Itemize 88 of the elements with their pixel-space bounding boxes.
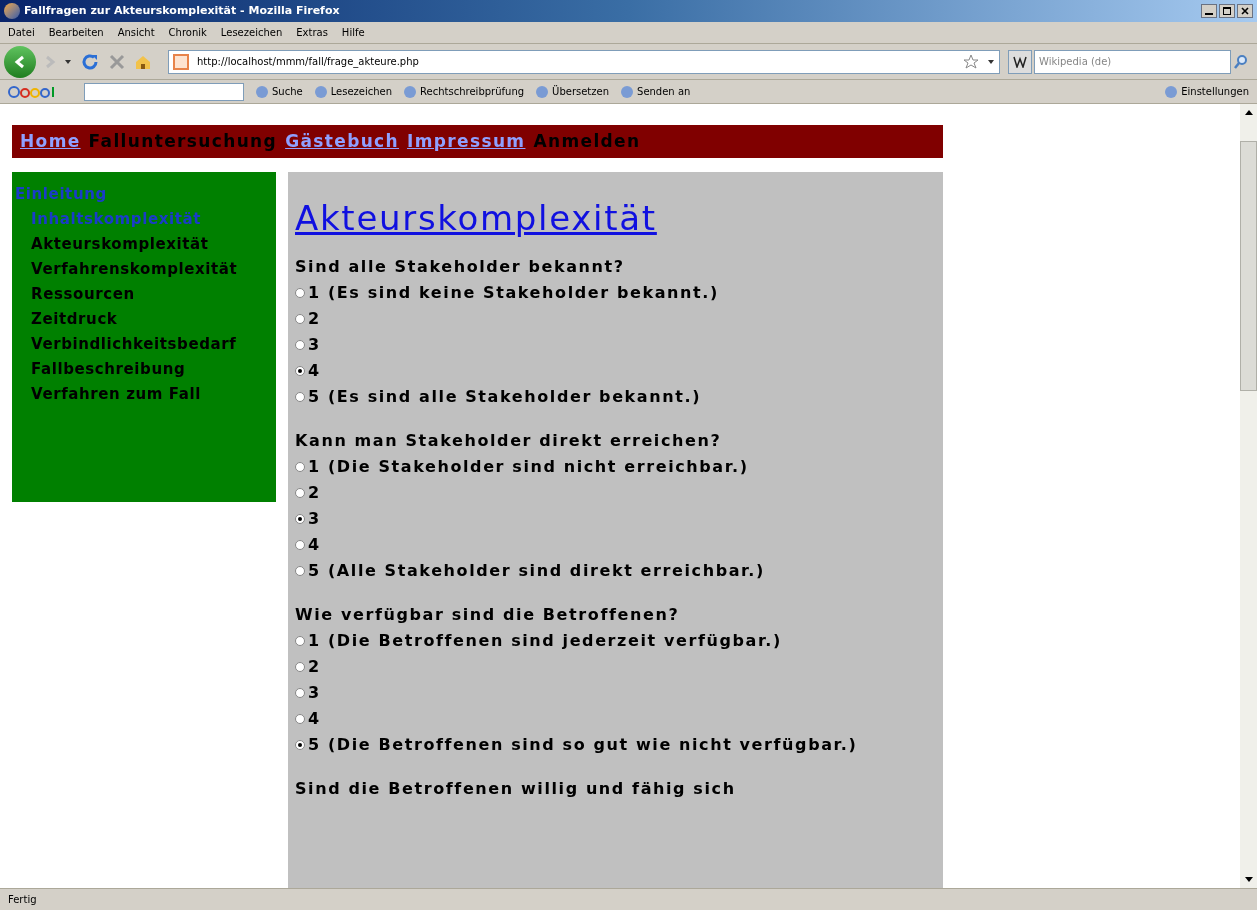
option-label: 4 — [308, 360, 321, 382]
sidebar-link[interactable]: Verfahren zum Fall — [31, 382, 276, 407]
radio-button[interactable] — [295, 488, 305, 498]
option-label: 3 — [308, 508, 321, 530]
option-label: 5 (Die Betroffenen sind so gut wie nicht verfügbar.) — [308, 734, 858, 756]
sidebar-link[interactable]: Akteurskomplexität — [31, 232, 276, 257]
option-label: 4 — [308, 708, 321, 730]
maximize-button[interactable] — [1219, 4, 1235, 18]
menu-item[interactable]: Bearbeiten — [48, 25, 104, 40]
sidebar-link[interactable]: Verbindlichkeitsbedarf — [31, 332, 276, 357]
option-label: 2 — [308, 656, 321, 678]
toolbar-button[interactable]: Senden an — [637, 84, 691, 99]
sidebar-link[interactable]: Zeitdruck — [31, 307, 276, 332]
menu-item[interactable]: Chronik — [168, 25, 207, 40]
sidebar-link[interactable]: Verfahrenskomplexität — [31, 257, 276, 282]
menu-item[interactable]: Lesezeichen — [220, 25, 283, 40]
option-label: 3 — [308, 334, 321, 356]
radio-button[interactable] — [295, 740, 305, 750]
question-text: Wie verfügbar sind die Betroffenen? — [295, 604, 681, 626]
option-label: 2 — [308, 308, 321, 330]
option-label: 1 (Es sind keine Stakeholder bekannt.) — [308, 282, 719, 304]
close-button[interactable] — [1237, 4, 1253, 18]
scrollbar[interactable] — [1240, 104, 1257, 888]
nav-link[interactable]: Gästebuch — [285, 128, 400, 155]
window-title: Fallfragen zur Akteurskomplexität - Mozilla Firefox — [24, 2, 341, 19]
radio-button[interactable] — [295, 662, 305, 672]
stop-icon[interactable] — [108, 52, 126, 71]
toolbar-icon — [621, 85, 634, 98]
toolbar-icon — [314, 85, 327, 98]
nav-link[interactable]: Impressum — [407, 128, 526, 155]
toolbar-icon — [536, 85, 549, 98]
radio-button[interactable] — [295, 462, 305, 472]
address-field[interactable]: http://localhost/mmm/fall/frage_akteure.php — [168, 49, 1000, 74]
menu-item[interactable]: Datei — [8, 25, 35, 40]
question-text: Sind alle Stakeholder bekannt? — [295, 256, 626, 278]
search-field[interactable]: Wikipedia (de) — [1034, 49, 1231, 74]
radio-button[interactable] — [295, 314, 305, 324]
radio-button[interactable] — [295, 288, 305, 298]
reload-icon[interactable] — [80, 51, 100, 72]
nav-link[interactable]: Home — [20, 128, 81, 155]
search-engine-button[interactable] — [1008, 49, 1032, 74]
sidebar-link[interactable]: Fallbeschreibung — [31, 357, 276, 382]
option-label: 5 (Alle Stakeholder sind direkt erreichbar.) — [308, 560, 765, 582]
menu-item[interactable]: Ansicht — [117, 25, 155, 40]
toolbar-search-field[interactable] — [84, 82, 244, 101]
option-label: 3 — [308, 682, 321, 704]
browser-logo-icon — [4, 3, 20, 19]
option-label: 5 (Es sind alle Stakeholder bekannt.) — [308, 386, 702, 408]
radio-button[interactable] — [295, 688, 305, 698]
scroll-down-icon[interactable] — [1244, 877, 1253, 882]
back-button[interactable] — [4, 45, 36, 78]
close-icon — [1241, 7, 1249, 15]
star-icon[interactable] — [963, 53, 979, 70]
toolbar-button[interactable]: Lesezeichen — [330, 84, 393, 99]
option-label: 1 (Die Stakeholder sind nicht erreichbar.) — [308, 456, 749, 478]
radio-button[interactable] — [295, 714, 305, 724]
menu-item[interactable]: Hilfe — [341, 25, 365, 40]
sidebar-link[interactable]: Ressourcen — [31, 282, 276, 307]
page-heading[interactable]: Akteurskomplexität — [295, 196, 936, 240]
radio-button[interactable] — [295, 566, 305, 576]
option-label: 2 — [308, 482, 321, 504]
option-label: 4 — [308, 534, 321, 556]
radio-button[interactable] — [295, 540, 305, 550]
dropdown-arrow-icon[interactable] — [987, 58, 995, 65]
radio-button[interactable] — [295, 392, 305, 402]
radio-button[interactable] — [295, 514, 305, 524]
toolbar-button[interactable]: Suche — [272, 84, 303, 99]
menu-item[interactable]: Extras — [296, 25, 328, 40]
question-text: Sind die Betroffenen willig und fähig sich — [295, 778, 737, 800]
radio-button[interactable] — [295, 340, 305, 350]
option-label: 1 (Die Betroffenen sind jederzeit verfügbar.) — [308, 630, 782, 652]
toolbar-button[interactable]: Einstellungen — [1181, 84, 1249, 99]
wikipedia-icon — [1013, 55, 1027, 68]
dropdown-arrow-icon[interactable] — [64, 58, 72, 65]
question-text: Kann man Stakeholder direkt erreichen? — [295, 430, 723, 452]
page-icon — [173, 53, 189, 70]
toolbar-icon — [256, 85, 268, 98]
search-icon[interactable] — [1233, 53, 1249, 70]
status-text: Fertig — [8, 893, 37, 907]
toolbar-icon — [1165, 85, 1178, 98]
scroll-up-icon[interactable] — [1244, 110, 1253, 115]
scroll-thumb[interactable] — [1240, 141, 1257, 391]
minimize-button[interactable] — [1201, 4, 1217, 18]
toolbar-button[interactable]: Übersetzen — [552, 84, 610, 99]
radio-button[interactable] — [295, 366, 305, 376]
toolbar-icon — [404, 85, 417, 98]
toolbar-button[interactable]: Rechtschreibprüfung — [420, 84, 525, 99]
radio-button[interactable] — [295, 636, 305, 646]
